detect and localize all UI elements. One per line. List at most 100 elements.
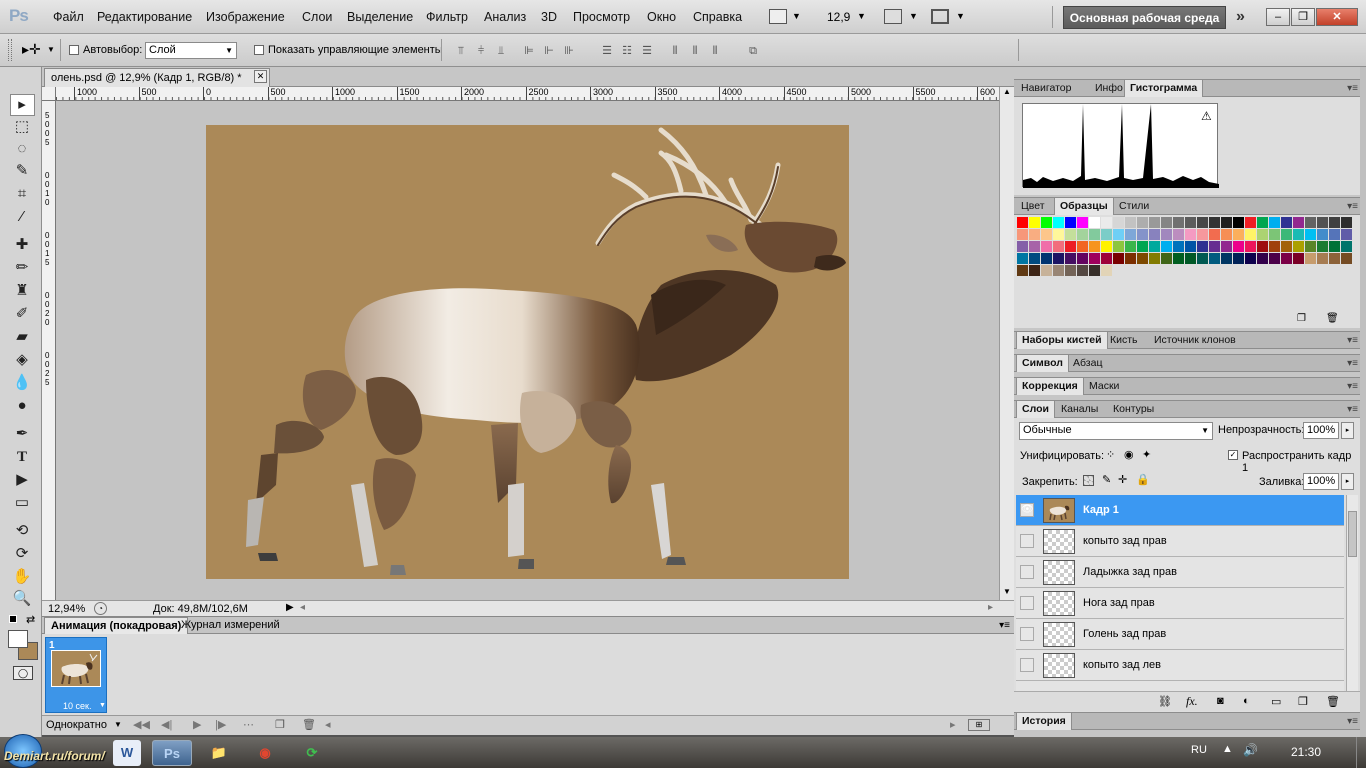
color-swatch[interactable] bbox=[1065, 229, 1076, 240]
color-swatch[interactable] bbox=[1053, 217, 1064, 228]
chevron-down-icon[interactable]: ▼ bbox=[792, 11, 801, 21]
new-group-icon[interactable]: ▭ bbox=[1271, 695, 1281, 708]
color-swatch[interactable] bbox=[1113, 229, 1124, 240]
ruler-origin[interactable] bbox=[42, 87, 56, 101]
color-swatch[interactable] bbox=[1281, 217, 1292, 228]
color-swatch[interactable] bbox=[1221, 229, 1232, 240]
autoselect-checkbox[interactable] bbox=[69, 45, 79, 55]
color-swatch[interactable] bbox=[1017, 265, 1028, 276]
tab-brush[interactable]: Кисть bbox=[1105, 332, 1143, 349]
color-swatch[interactable] bbox=[1209, 241, 1220, 252]
color-swatch[interactable] bbox=[1173, 229, 1184, 240]
warning-icon[interactable]: ⚠ bbox=[1201, 109, 1212, 123]
torrent-app-icon[interactable]: ⟳ bbox=[292, 740, 332, 766]
color-swatch[interactable] bbox=[1041, 217, 1052, 228]
unify-visibility-icon[interactable]: ◉ bbox=[1124, 448, 1134, 461]
align-top-icon[interactable]: ⫪ bbox=[454, 44, 468, 58]
play-icon[interactable]: ▶ bbox=[193, 718, 201, 731]
panel-menu-icon[interactable]: ▾≡ bbox=[1347, 358, 1358, 369]
distribute-left-icon[interactable]: ⦀ bbox=[668, 44, 682, 58]
add-mask-icon[interactable]: ◙ bbox=[1217, 695, 1224, 707]
align-hcenter-icon[interactable]: ⊩ bbox=[542, 44, 556, 58]
layer-row[interactable]: копыто зад лев bbox=[1016, 650, 1344, 681]
explorer-app-icon[interactable]: 📁 bbox=[199, 740, 239, 766]
color-swatch[interactable] bbox=[1197, 241, 1208, 252]
color-swatch[interactable] bbox=[1305, 229, 1316, 240]
clock[interactable]: 21:30 bbox=[1291, 745, 1321, 759]
photoshop-app-icon[interactable]: Ps bbox=[152, 740, 192, 766]
eye-icon[interactable] bbox=[1020, 534, 1034, 548]
eraser-tool-icon[interactable]: ▰ bbox=[11, 327, 33, 347]
paint-bucket-tool-icon[interactable]: ◈ bbox=[11, 350, 33, 370]
layer-name[interactable]: копыто зад прав bbox=[1083, 535, 1167, 547]
color-swatch[interactable] bbox=[1341, 229, 1352, 240]
new-frame-icon[interactable]: ❐ bbox=[275, 718, 285, 731]
tab-styles[interactable]: Стили bbox=[1114, 198, 1154, 215]
color-swatch[interactable] bbox=[1185, 241, 1196, 252]
color-swatch[interactable] bbox=[1053, 229, 1064, 240]
autoselect-dropdown[interactable]: Слой ▼ bbox=[145, 42, 237, 59]
color-swatch[interactable] bbox=[1101, 265, 1112, 276]
color-swatch[interactable] bbox=[1113, 217, 1124, 228]
color-swatch[interactable] bbox=[1017, 229, 1028, 240]
loop-select[interactable]: Однократно bbox=[46, 719, 107, 731]
chevron-down-icon[interactable]: ▼ bbox=[47, 45, 55, 54]
shape-tool-icon[interactable]: ▭ bbox=[11, 493, 33, 513]
menu-file[interactable]: Файл bbox=[53, 10, 84, 24]
color-swatch[interactable] bbox=[1077, 241, 1088, 252]
history-brush-tool-icon[interactable]: ✐ bbox=[11, 304, 33, 324]
marquee-tool-icon[interactable]: ⬚ bbox=[11, 117, 33, 137]
next-frame-icon[interactable]: |▶ bbox=[215, 718, 226, 731]
swap-colors-icon[interactable]: ⇄ bbox=[26, 613, 35, 626]
eye-icon[interactable]: 👁 bbox=[1020, 503, 1034, 517]
move-tool-icon[interactable]: ▸ bbox=[11, 95, 33, 115]
color-swatch[interactable] bbox=[1029, 217, 1040, 228]
new-layer-icon[interactable]: ❐ bbox=[1298, 695, 1308, 708]
eye-icon[interactable] bbox=[1020, 565, 1034, 579]
scroll-up-icon[interactable]: ▲ bbox=[1003, 87, 1011, 96]
color-swatch[interactable] bbox=[1089, 241, 1100, 252]
distribute-top-icon[interactable]: ☰ bbox=[600, 44, 614, 58]
tray-arrow-icon[interactable]: ▲ bbox=[1222, 743, 1233, 755]
chevron-down-icon[interactable]: ▼ bbox=[956, 11, 965, 21]
color-swatch[interactable] bbox=[1317, 241, 1328, 252]
color-swatch[interactable] bbox=[1029, 229, 1040, 240]
layer-name[interactable]: копыто зад лев bbox=[1083, 659, 1161, 671]
color-swatch[interactable] bbox=[1161, 253, 1172, 264]
color-swatch[interactable] bbox=[1041, 229, 1052, 240]
color-swatch[interactable] bbox=[1101, 253, 1112, 264]
menu-view[interactable]: Просмотр bbox=[573, 10, 630, 24]
tab-history[interactable]: История bbox=[1016, 713, 1072, 730]
tab-animation[interactable]: Анимация (покадровая) bbox=[44, 617, 189, 634]
tab-clone-source[interactable]: Источник клонов bbox=[1149, 332, 1241, 349]
color-swatch[interactable] bbox=[1041, 253, 1052, 264]
color-swatch[interactable] bbox=[1149, 241, 1160, 252]
color-swatch[interactable] bbox=[1293, 253, 1304, 264]
color-swatch[interactable] bbox=[1113, 241, 1124, 252]
color-swatch[interactable] bbox=[1137, 229, 1148, 240]
color-swatch[interactable] bbox=[1089, 253, 1100, 264]
color-swatch[interactable] bbox=[1101, 241, 1112, 252]
color-swatch[interactable] bbox=[1281, 241, 1292, 252]
hand-tool-icon[interactable]: ✋ bbox=[11, 567, 33, 587]
blur-tool-icon[interactable]: 💧 bbox=[11, 373, 33, 393]
restore-button[interactable]: ❐ bbox=[1291, 8, 1315, 26]
color-swatch[interactable] bbox=[1305, 253, 1316, 264]
menu-filter[interactable]: Фильтр bbox=[426, 10, 468, 24]
zoom-level[interactable]: 12,9 bbox=[827, 10, 850, 24]
scroll-left-icon[interactable]: ◂ bbox=[325, 718, 331, 731]
type-tool-icon[interactable]: T bbox=[11, 447, 33, 467]
color-swatch[interactable] bbox=[1257, 217, 1268, 228]
close-button[interactable]: ✕ bbox=[1316, 8, 1358, 26]
auto-align-icon[interactable]: ⧉ bbox=[746, 44, 760, 58]
language-indicator[interactable]: RU bbox=[1191, 744, 1207, 756]
menu-image[interactable]: Изображение bbox=[206, 10, 285, 24]
workspace-button[interactable]: Основная рабочая среда bbox=[1063, 6, 1226, 29]
color-swatch[interactable] bbox=[1053, 265, 1064, 276]
volume-icon[interactable]: 🔊 bbox=[1243, 743, 1258, 757]
color-swatch[interactable] bbox=[1341, 217, 1352, 228]
blend-mode-dropdown[interactable]: Обычные ▼ bbox=[1019, 422, 1213, 440]
color-swatch[interactable] bbox=[1221, 217, 1232, 228]
color-swatch[interactable] bbox=[1245, 217, 1256, 228]
color-swatch[interactable] bbox=[1185, 253, 1196, 264]
